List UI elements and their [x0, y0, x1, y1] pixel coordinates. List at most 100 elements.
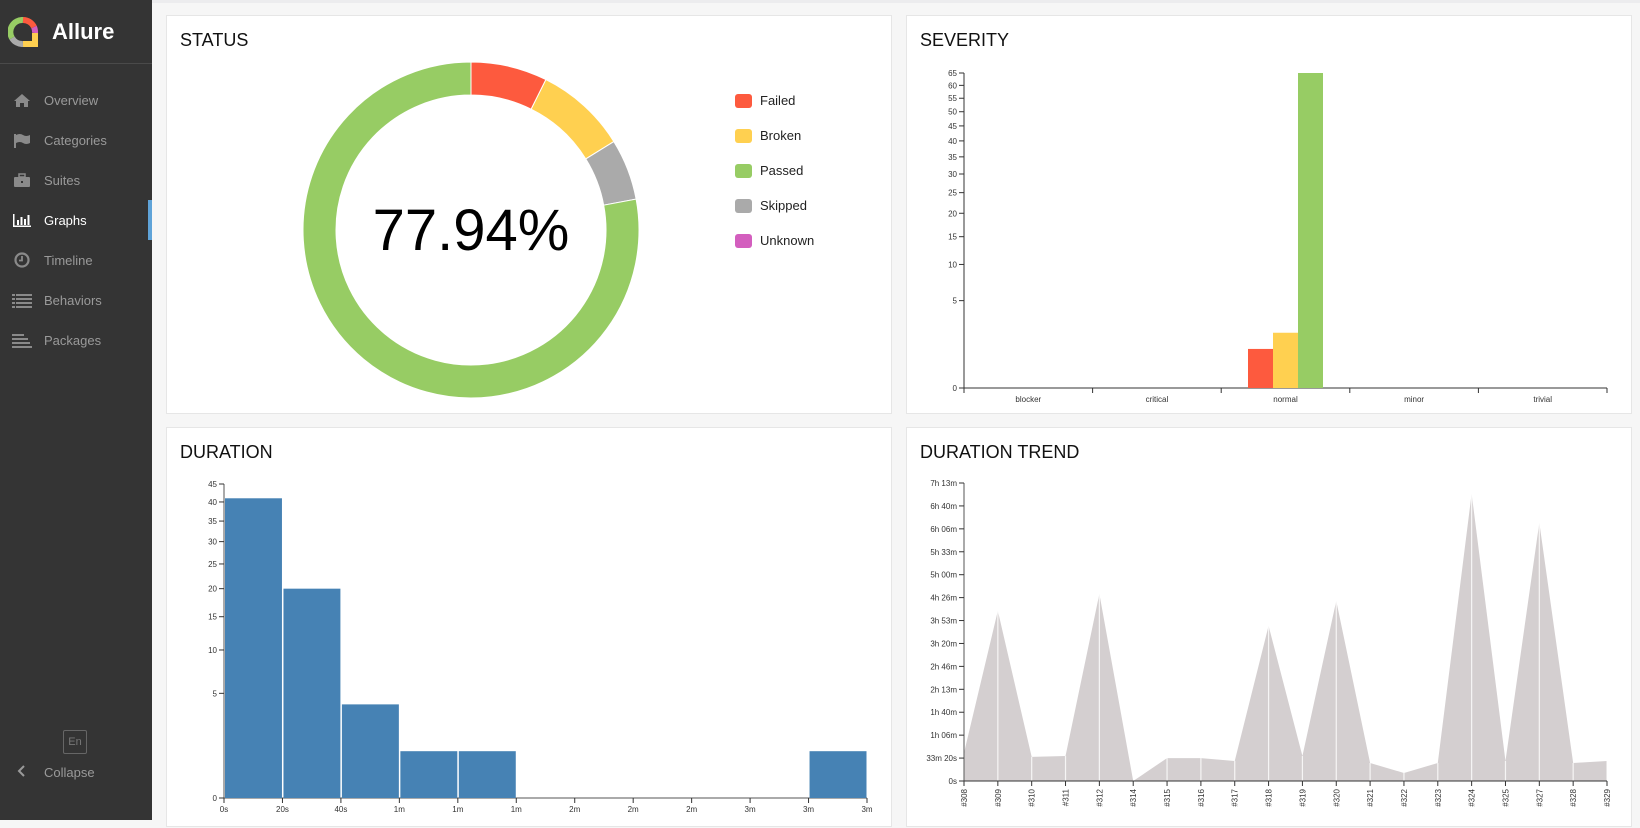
trend-x-tick-label: #318 [1265, 788, 1274, 806]
duration-y-tick-label: 5 [213, 689, 218, 698]
home-icon [12, 92, 32, 108]
duration-y-tick-label: 45 [208, 480, 217, 489]
legend-item-failed[interactable]: Failed [735, 93, 795, 108]
collapse-label: Collapse [44, 765, 95, 780]
status-center-label: 77.94% [373, 198, 570, 263]
collapse-button[interactable]: Collapse [12, 764, 95, 781]
trend-x-tick-label: #311 [1062, 788, 1071, 806]
sidebar-item-graphs[interactable]: Graphs [0, 200, 152, 240]
flag-icon [12, 132, 32, 148]
sidebar-item-behaviors[interactable]: Behaviors [0, 280, 152, 320]
severity-y-tick-label: 15 [948, 233, 957, 242]
sidebar-item-overview[interactable]: Overview [0, 80, 152, 120]
sidebar-item-label: Timeline [44, 252, 93, 268]
app-name: Allure [52, 18, 115, 44]
duration-histogram: 0 5 10 15 20 25 30 35 40 45 0s 20s 40s 1m 1m 1m 2m 2m 2m 3m… [208, 480, 873, 814]
severity-y-tick-label: 55 [948, 94, 957, 103]
legend-label: Broken [760, 128, 802, 143]
duration-y-tick-label: 30 [208, 538, 217, 547]
sidebar-item-categories[interactable]: Categories [0, 120, 152, 160]
status-donut-chart: 77.94% [302, 61, 640, 399]
trend-y-tick-label: 5h 33m [930, 548, 957, 557]
duration-bar [458, 751, 516, 798]
sidebar-item-timeline[interactable]: Timeline [0, 240, 152, 280]
trend-x-tick-label: #309 [994, 788, 1003, 806]
duration-y-tick-label: 15 [208, 613, 217, 622]
sidebar-item-suites[interactable]: Suites [0, 160, 152, 200]
severity-y-tick-label: 10 [948, 260, 957, 269]
briefcase-icon [12, 172, 32, 188]
legend-item-broken[interactable]: Broken [735, 128, 801, 143]
legend-label: Skipped [760, 198, 807, 213]
language-button[interactable]: En [63, 730, 87, 754]
duration-y-tick-label: 10 [208, 646, 217, 655]
duration-trend-chart: 0s 33m 20s 1h 06m 1h 40m 2h 13m 2h 46m 3h 20m 3… [926, 479, 1612, 807]
trend-y-tick-label: 1h 40m [930, 708, 957, 717]
trend-x-tick-label: #319 [1298, 788, 1307, 806]
bar-chart-icon [12, 212, 32, 228]
top-divider [152, 0, 1640, 3]
sidebar-item-label: Behaviors [44, 292, 102, 308]
sidebar-item-label: Categories [44, 132, 107, 148]
severity-card: 0 5 10 15 20 25 30 35 40 45 50 55 60 65 blocker critica… [906, 15, 1632, 414]
trend-y-tick-label: 7h 13m [930, 479, 957, 488]
sidebar-item-label: Suites [44, 172, 81, 188]
severity-bar-broken [1273, 332, 1298, 388]
duration-x-tick-label: 1m [452, 805, 463, 814]
sidebar-item-label: Packages [44, 332, 102, 348]
duration-y-tick-label: 40 [208, 498, 217, 507]
duration-y-tick-label: 35 [208, 517, 217, 526]
legend-swatch [735, 198, 752, 213]
trend-x-tick-label: #312 [1095, 788, 1104, 806]
status-card: 77.94% STATUS Failed Broken Passed Skipped U… [166, 15, 892, 414]
severity-x-tick-label: normal [1273, 395, 1298, 404]
sidebar-nav: Overview Categories Suites Graphs Timeli… [0, 64, 152, 360]
severity-y-tick-label: 25 [948, 189, 957, 198]
chevron-left-icon [12, 764, 32, 781]
severity-y-tick-label: 45 [948, 122, 957, 131]
trend-y-tick-label: 6h 06m [930, 525, 957, 534]
brand[interactable]: Allure [0, 0, 152, 64]
severity-bar-chart: 0 5 10 15 20 25 30 35 40 45 50 55 60 65 blocker critica… [948, 69, 1608, 404]
severity-x-tick-label: minor [1404, 395, 1424, 404]
duration-trend-title: DURATION TREND [920, 442, 1080, 462]
allure-logo-icon [8, 16, 38, 47]
trend-x-tick-label: #325 [1501, 788, 1510, 806]
trend-x-tick-label: #321 [1366, 788, 1375, 806]
trend-x-tick-label: #323 [1434, 788, 1443, 806]
trend-area [964, 493, 1607, 781]
sidebar-item-label: Overview [44, 92, 99, 108]
severity-y-tick-label: 30 [948, 170, 957, 179]
legend-swatch [735, 128, 752, 143]
sidebar: Allure Overview Categories Suites Graphs… [0, 0, 152, 820]
trend-x-tick-label: #310 [1028, 788, 1037, 806]
duration-card: 0 5 10 15 20 25 30 35 40 45 0s 20s 40s 1m 1m 1m 2m 2m 2m 3m… [166, 427, 892, 827]
duration-x-tick-label: 3m [861, 805, 872, 814]
legend-label: Failed [760, 93, 796, 108]
severity-y-tick-label: 60 [948, 81, 957, 90]
trend-y-tick-label: 2h 46m [930, 662, 957, 671]
align-left-icon [12, 332, 32, 348]
trend-x-tick-label: #308 [960, 788, 969, 806]
legend-item-unknown[interactable]: Unknown [735, 233, 814, 248]
severity-y-tick-label: 35 [948, 153, 957, 162]
trend-y-tick-label: 6h 40m [930, 502, 957, 511]
donut-slice-broken [530, 78, 615, 160]
duration-x-tick-label: 2m [628, 805, 639, 814]
sidebar-item-packages[interactable]: Packages [0, 320, 152, 360]
duration-bar [225, 498, 282, 798]
duration-x-tick-label: 3m [745, 805, 756, 814]
duration-x-tick-label: 1m [394, 805, 405, 814]
legend-item-passed[interactable]: Passed [735, 163, 803, 178]
list-icon [12, 292, 32, 308]
trend-y-tick-label: 3h 20m [930, 639, 957, 648]
legend-item-skipped[interactable]: Skipped [735, 198, 807, 213]
duration-x-tick-label: 0s [220, 805, 228, 814]
trend-x-tick-label: #328 [1569, 788, 1578, 806]
severity-y-tick-label: 40 [948, 137, 957, 146]
duration-x-tick-label: 1m [511, 805, 522, 814]
trend-x-tick-label: #315 [1163, 788, 1172, 806]
duration-bar [400, 751, 458, 798]
duration-x-tick-label: 20s [276, 805, 289, 814]
severity-bar-passed [1298, 73, 1323, 388]
